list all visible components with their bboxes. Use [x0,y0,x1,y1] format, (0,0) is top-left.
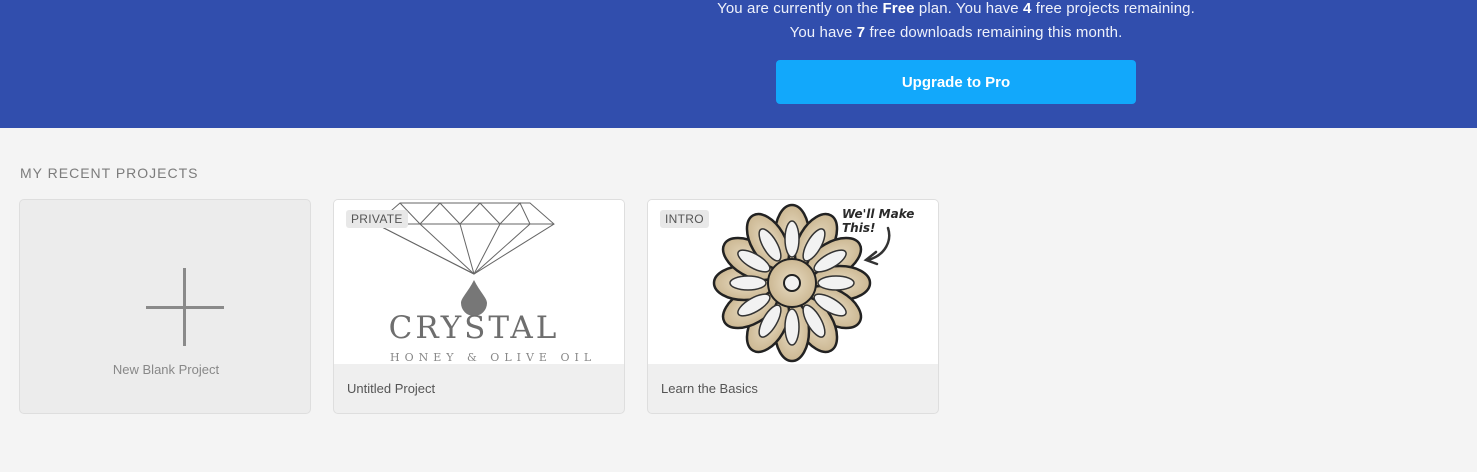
crystal-logo-subtitle: HONEY & OLIVE OIL [390,351,597,364]
downloads-status-line: You have 7 free downloads remaining this… [789,24,1123,41]
downloads-remaining-count: 7 [856,24,866,41]
private-badge: PRIVATE [346,210,408,228]
plan-status-line: You are currently on the Free plan. You … [717,0,1195,17]
project-thumbnail: We'll Make This! INTRO [648,200,938,364]
recent-projects-heading: MY RECENT PROJECTS [20,165,199,181]
project-thumbnail: CRYSTAL HONEY & OLIVE OIL PRIVATE [334,200,624,364]
callout-text: We'll Make This! [842,207,915,235]
intro-badge: INTRO [660,210,709,228]
plan-banner: You are currently on the Free plan. You … [0,0,1477,128]
new-blank-project-label: New Blank Project [112,362,220,377]
upgrade-to-pro-button[interactable]: Upgrade to Pro [776,60,1136,104]
crystal-logo-word: CRYSTAL [388,310,560,346]
project-card-learn-basics[interactable]: We'll Make This! INTRO Learn the Basics [647,199,939,414]
project-card-untitled[interactable]: CRYSTAL HONEY & OLIVE OIL PRIVATE Untitl… [333,199,625,414]
plus-icon [146,268,224,346]
project-title: Untitled Project [347,381,436,396]
plan-name: Free [882,0,915,17]
new-blank-project-card[interactable]: New Blank Project [19,199,311,414]
project-title: Learn the Basics [661,381,758,396]
